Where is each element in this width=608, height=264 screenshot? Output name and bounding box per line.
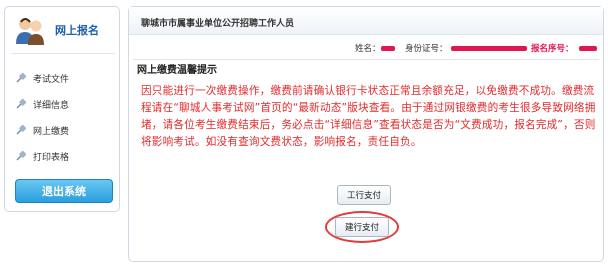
- sidebar-title: 网上报名: [55, 24, 99, 37]
- name-redaction: [381, 46, 395, 51]
- sidebar-header: 网上报名: [11, 13, 115, 47]
- panel-header: 聊城市市属事业单位公开招聘工作人员: [129, 7, 603, 35]
- sidebar-item-details[interactable]: 详细信息: [15, 95, 115, 113]
- sidebar-item-label: 详细信息: [33, 100, 70, 111]
- icbc-pay-button[interactable]: 工行支付: [337, 185, 391, 205]
- main-panel: 聊城市市属事业单位公开招聘工作人员 姓名： 身份证号： 报名序号： 网上缴费温馨…: [128, 6, 604, 262]
- pin-icon: [16, 72, 27, 83]
- users-icon: [16, 18, 44, 45]
- page-title: 聊城市市属事业单位公开招聘工作人员: [141, 19, 295, 29]
- candidate-info-row: 姓名： 身份证号： 报名序号：: [129, 41, 603, 55]
- sidebar-item-online-payment[interactable]: 网上缴费: [15, 121, 115, 139]
- name-label: 姓名：: [355, 44, 381, 54]
- reg-number-label: 报名序号：: [531, 44, 574, 54]
- highlight-circle: [325, 211, 399, 243]
- sidebar: 网上报名 考试文件 详细信息 网上缴费 打印表格 退出系统: [4, 6, 120, 212]
- sidebar-item-print-form[interactable]: 打印表格: [15, 147, 115, 165]
- sidebar-item-label: 考试文件: [33, 74, 70, 85]
- pin-icon: [16, 124, 27, 135]
- sidebar-item-label: 打印表格: [33, 152, 70, 163]
- id-redaction: [451, 46, 527, 51]
- payment-notice-text: 因只能进行一次缴费操作，缴费前请确认银行卡状态正常且余额充足，以免缴费不成功。缴…: [141, 85, 596, 148]
- section-title: 网上缴费温馨提示: [137, 65, 217, 76]
- divider: [133, 59, 599, 60]
- exit-system-button[interactable]: 退出系统: [15, 179, 113, 203]
- reg-number-redaction: [579, 46, 597, 51]
- sidebar-divider: [11, 53, 115, 54]
- pin-icon: [16, 150, 27, 161]
- sidebar-item-exam-files[interactable]: 考试文件: [15, 69, 115, 87]
- sidebar-item-label: 网上缴费: [33, 126, 70, 137]
- id-label: 身份证号：: [405, 44, 448, 54]
- pin-icon: [16, 98, 27, 109]
